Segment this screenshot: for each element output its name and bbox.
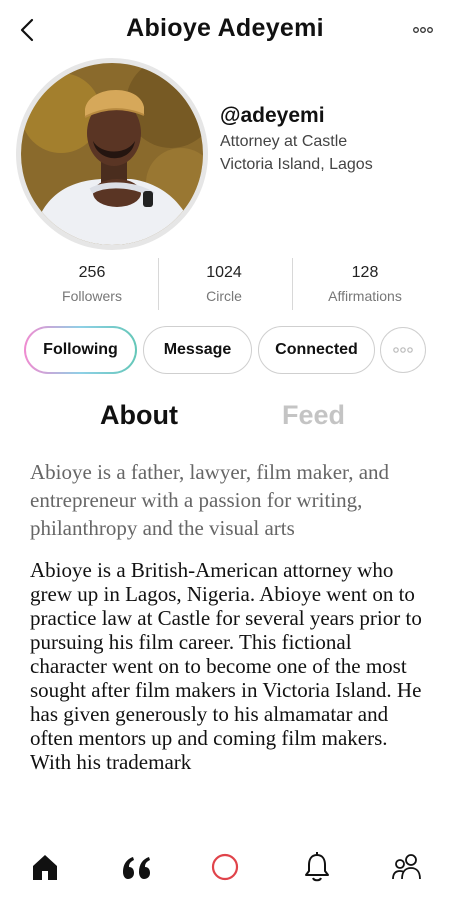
profile-location: Victoria Island, Lagos	[220, 156, 373, 173]
tab-feed[interactable]: Feed	[282, 400, 345, 431]
bell-icon	[305, 852, 329, 882]
profile-role: Attorney at Castle	[220, 133, 348, 150]
stat-followers[interactable]: 256 Followers	[22, 256, 162, 304]
avatar[interactable]	[21, 63, 203, 245]
nav-quotes[interactable]	[120, 850, 154, 884]
home-icon	[33, 855, 57, 880]
quote-icon	[123, 857, 150, 879]
avatar-ring	[16, 58, 208, 250]
stat-value: 1024	[206, 264, 242, 281]
more-options-button[interactable]	[412, 20, 434, 40]
stats-row: 256 Followers 1024 Circle 128 Affirmatio…	[0, 256, 450, 312]
more-actions-button[interactable]	[380, 327, 426, 373]
profile-photo	[21, 63, 203, 245]
top-bar: Abioye Adeyemi	[0, 0, 450, 60]
people-icon	[392, 854, 421, 880]
stat-value: 128	[351, 264, 379, 281]
bio-text: Abioye is a father, lawyer, film maker, …	[30, 460, 390, 540]
more-horizontal-icon	[413, 27, 433, 33]
nav-home[interactable]	[28, 850, 62, 884]
nav-notifications[interactable]	[300, 850, 334, 884]
page-title: Abioye Adeyemi	[126, 14, 324, 42]
description-text: Abioye is a British-American attorney wh…	[30, 558, 422, 774]
about-content[interactable]: Abioye is a father, lawyer, film maker, …	[30, 458, 430, 836]
stat-circle[interactable]: 1024 Circle	[154, 256, 294, 304]
profile-handle: @adeyemi	[220, 104, 325, 127]
stat-divider	[292, 258, 293, 310]
following-button[interactable]: Following	[24, 326, 137, 374]
stat-label: Affirmations	[328, 288, 402, 304]
bottom-nav	[0, 836, 450, 900]
stat-label: Followers	[62, 288, 122, 304]
circle-icon	[211, 853, 239, 881]
nav-people[interactable]	[390, 850, 424, 884]
connected-button[interactable]: Connected	[258, 326, 375, 374]
stat-value: 256	[78, 264, 106, 281]
tab-about[interactable]: About	[100, 400, 178, 431]
stat-affirmations[interactable]: 128 Affirmations	[295, 256, 435, 304]
stat-label: Circle	[206, 288, 242, 304]
message-button[interactable]: Message	[143, 326, 252, 374]
nav-record[interactable]	[208, 850, 242, 884]
more-horizontal-icon	[393, 347, 413, 353]
